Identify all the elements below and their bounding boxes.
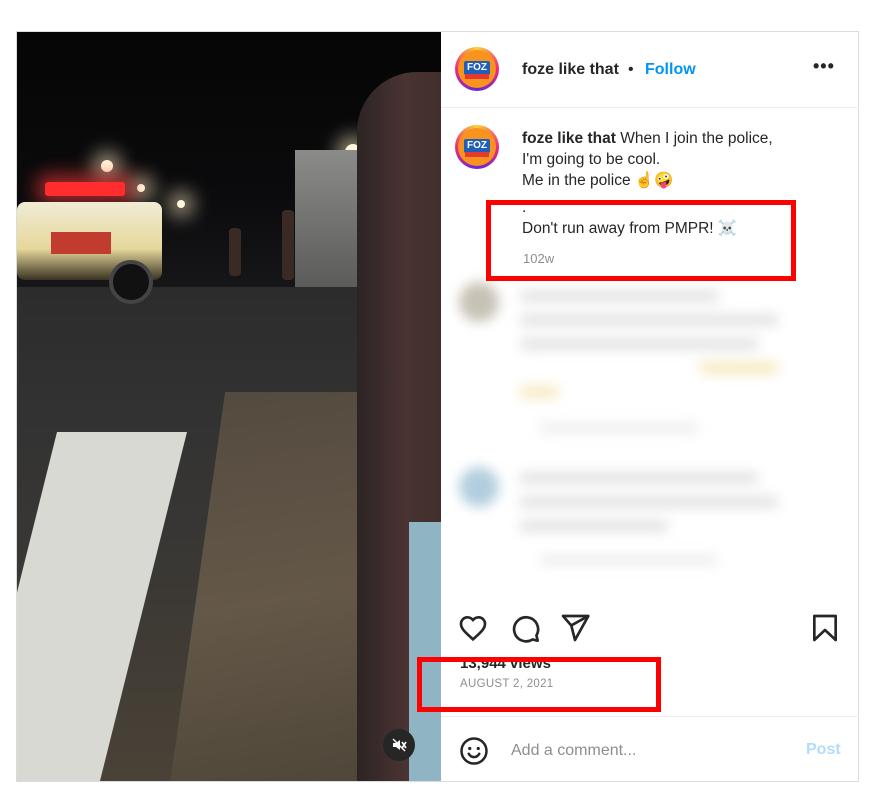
caption-text: I'm going to be cool. [522,151,661,168]
mute-button[interactable] [383,729,415,761]
blurred-line [519,496,779,508]
post-actions [441,604,859,652]
blurred-line [699,362,779,374]
blurred-line [519,314,779,326]
blurred-comments [459,282,859,612]
blurred-line [539,422,699,434]
avatar-logo-text: FOZ [464,61,490,75]
avatar-logo-stripe [465,152,489,157]
blurred-line [539,554,719,566]
blurred-line [519,520,669,532]
more-options-button[interactable]: ••• [813,56,835,77]
blurred-avatar [459,467,499,507]
comment-bar: Post [441,716,859,782]
caption-text: Me in the police ☝️🤪 [522,172,674,189]
avatar[interactable]: FOZ [455,47,499,91]
blurred-line [519,472,759,484]
street-light [101,160,113,172]
avatar-image: FOZ [458,50,496,88]
car-wheel [109,260,153,304]
caption-line: foze like that When I join the police, [522,128,842,149]
caption-text: When I join the police, [620,130,773,147]
avatar-logo-stripe [465,74,489,79]
smiley-icon[interactable] [459,736,489,766]
comment-input[interactable] [509,735,783,767]
blurred-avatar [459,282,499,322]
heart-icon[interactable] [457,612,489,644]
caption-username[interactable]: foze like that [522,130,616,147]
bookmark-icon[interactable] [809,612,841,644]
blurred-line [519,338,759,350]
blurred-line [519,290,719,302]
header-separator: • [628,61,634,78]
avatar-image: FOZ [458,128,496,166]
caption-avatar[interactable]: FOZ [455,125,499,169]
highlight-box-caption [486,200,796,281]
police-car-stripe [51,232,111,254]
comment-icon[interactable] [509,612,541,644]
street-light [177,200,185,208]
highlight-box-date [417,657,661,712]
header-username[interactable]: foze like that [522,61,619,79]
speaker-muted-icon [392,738,407,752]
avatar-logo-text: FOZ [464,139,490,153]
follow-button[interactable]: Follow [645,61,696,79]
video-person [282,210,294,280]
post-video[interactable] [17,32,441,781]
video-person [229,228,241,276]
post-comment-button[interactable]: Post [806,741,841,759]
street-light [137,184,145,192]
paper-plane-icon[interactable] [559,612,591,644]
post-header: FOZ foze like that • Follow ••• [441,32,859,108]
police-siren [45,182,125,196]
blurred-line [519,386,559,398]
